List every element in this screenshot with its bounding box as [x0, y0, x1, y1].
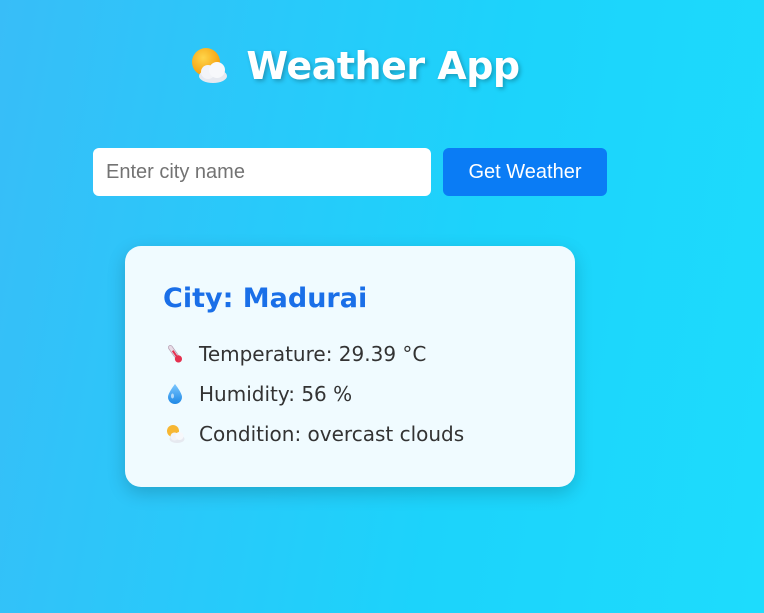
sun-behind-cloud-icon: [163, 422, 187, 446]
droplet-icon: [163, 382, 187, 406]
page-title-text: Weather App: [246, 44, 520, 88]
city-search-input[interactable]: [93, 148, 431, 196]
humidity-row: Humidity: 56 %: [163, 374, 537, 414]
humidity-text: Humidity: 56 %: [199, 382, 353, 406]
weather-card: City: Madurai Temperature: 29.39 °C Humi…: [125, 246, 575, 487]
temperature-text: Temperature: 29.39 °C: [199, 342, 427, 366]
sun-behind-cloud-icon: [186, 44, 230, 88]
search-bar: Get Weather: [93, 148, 607, 196]
page-title: Weather App: [186, 40, 520, 92]
header: Weather App: [0, 40, 706, 92]
get-weather-button[interactable]: Get Weather: [443, 148, 607, 196]
thermometer-icon: [163, 342, 187, 366]
temperature-row: Temperature: 29.39 °C: [163, 334, 537, 374]
condition-row: Condition: overcast clouds: [163, 414, 537, 454]
condition-text: Condition: overcast clouds: [199, 422, 465, 446]
city-heading: City: Madurai: [163, 283, 368, 314]
